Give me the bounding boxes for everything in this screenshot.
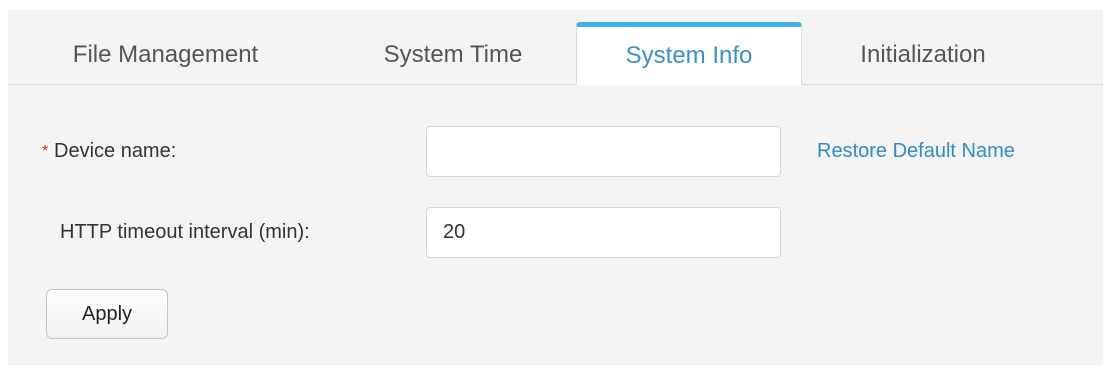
http-timeout-input[interactable] (426, 207, 781, 258)
http-timeout-label: HTTP timeout interval (min): (60, 221, 310, 243)
tab-file-management[interactable]: File Management (38, 24, 293, 85)
device-name-label: Device name: (54, 140, 177, 162)
device-name-input[interactable] (426, 126, 781, 177)
system-settings-panel: File Management System Time System Info … (8, 10, 1103, 365)
tab-initialization[interactable]: Initialization (818, 24, 1028, 85)
tab-system-time[interactable]: System Time (338, 24, 568, 85)
apply-button[interactable]: Apply (46, 289, 168, 339)
restore-default-name-link[interactable]: Restore Default Name (817, 140, 1015, 163)
tab-bar: File Management System Time System Info … (8, 10, 1103, 85)
required-marker: * (42, 143, 49, 160)
tab-system-info[interactable]: System Info (576, 22, 802, 85)
